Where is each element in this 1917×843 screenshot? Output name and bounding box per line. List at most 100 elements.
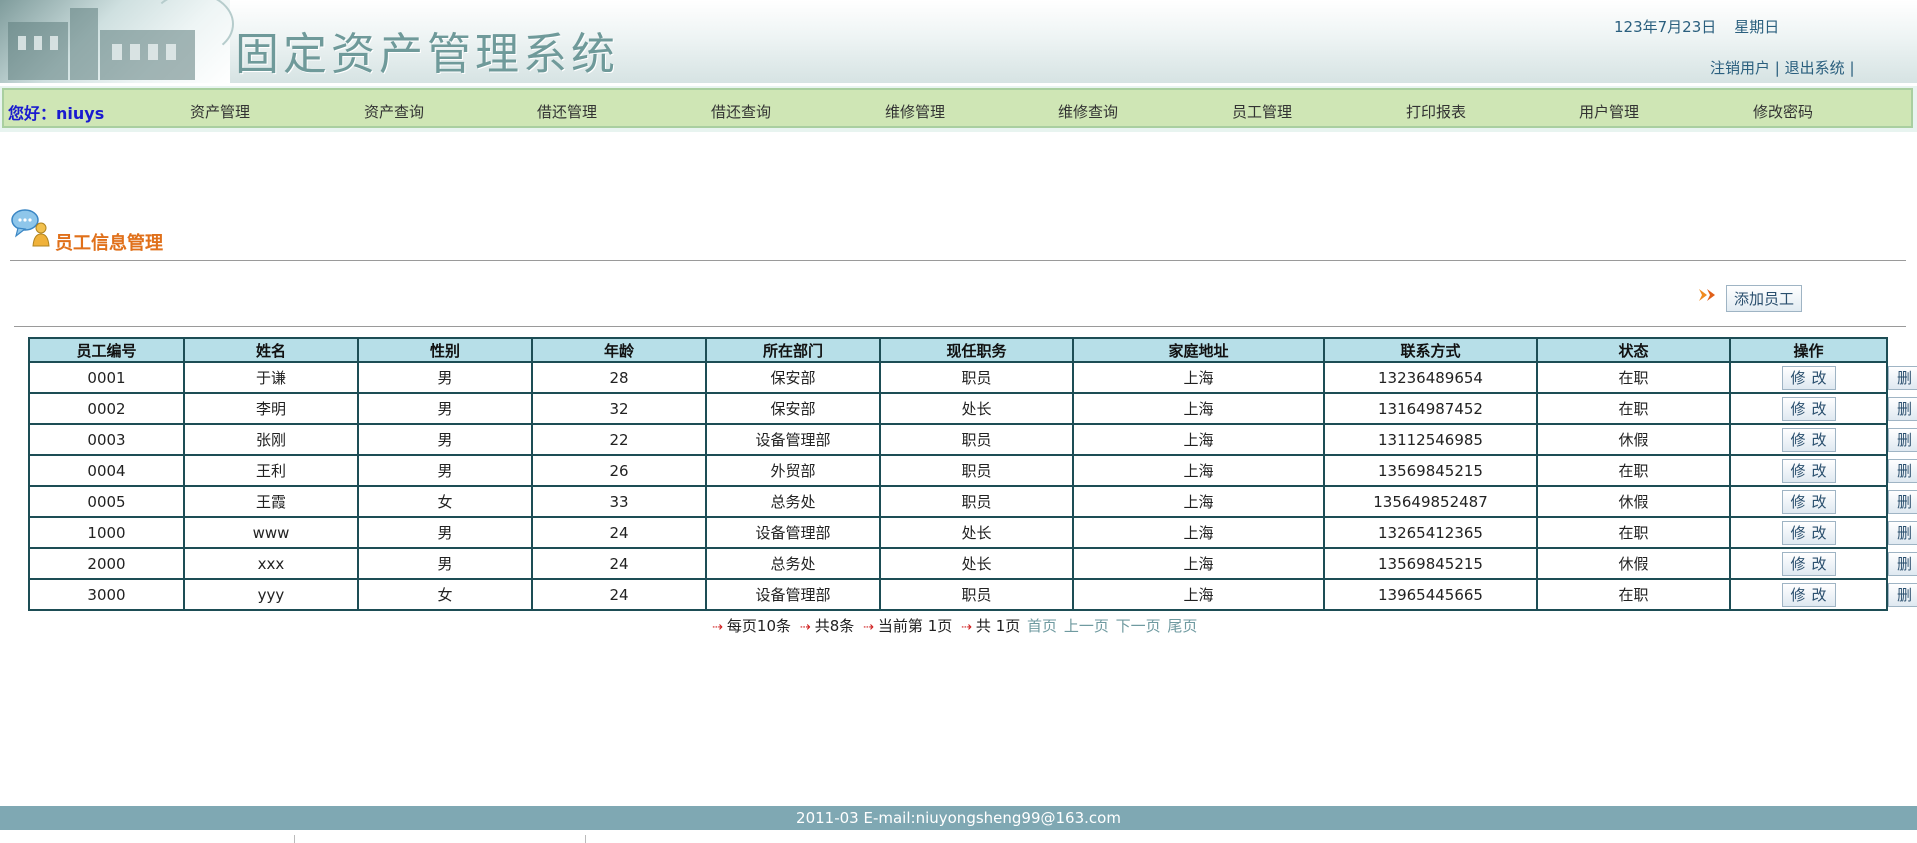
nav-item-print-report[interactable]: 打印报表 [1406, 101, 1466, 122]
name-cell: yyy [183, 578, 359, 611]
weekday-text: 星期日 [1734, 18, 1780, 36]
column-header: 性别 [357, 337, 533, 363]
address-cell: 上海 [1072, 361, 1325, 394]
age-cell: 24 [531, 578, 707, 611]
department-cell: 设备管理部 [705, 423, 881, 456]
employee-table: 员工编号 姓名 性别 年龄 所在部门 现任职务 家庭地址 联系方式 状态 操作 … [28, 337, 1917, 611]
age-cell: 24 [531, 547, 707, 580]
user-links: 注销用户 | 退出系统 | [1710, 57, 1855, 78]
date-text: 123年7月23日 [1614, 18, 1717, 36]
logout-user-link[interactable]: 注销用户 [1710, 59, 1770, 77]
position-cell: 职员 [879, 361, 1074, 394]
position-cell: 处长 [879, 547, 1074, 580]
name-cell: 于谦 [183, 361, 359, 394]
emp-id-cell: 0004 [28, 454, 185, 487]
edit-button[interactable]: 修改 [1781, 520, 1836, 545]
nav-item-repair-query[interactable]: 维修查询 [1058, 101, 1118, 122]
position-cell: 处长 [879, 516, 1074, 549]
gender-cell: 男 [357, 516, 533, 549]
edit-button[interactable]: 修改 [1781, 582, 1836, 607]
department-cell: 保安部 [705, 361, 881, 394]
gender-cell: 男 [357, 423, 533, 456]
phone-cell: 135649852487 [1323, 485, 1538, 518]
phone-cell: 13569845215 [1323, 454, 1538, 487]
first-page-link[interactable]: 首页 [1027, 617, 1057, 635]
link-separator: | [1774, 59, 1780, 77]
date-display: 123年7月23日 星期日 [1614, 16, 1797, 37]
edit-cell: 修改 [1729, 454, 1888, 487]
main-nav: 您好：niuys 资产管理 资产查询 借还管理 借还查询 维修管理 维修查询 员… [2, 88, 1913, 128]
emp-id-cell: 0003 [28, 423, 185, 456]
phone-cell: 13164987452 [1323, 392, 1538, 425]
table-row: 0001于谦男28保安部职员上海13236489654在职 修改 删除 [28, 361, 1917, 394]
delete-button[interactable]: 删除 [1888, 520, 1917, 545]
arrow-icon: ⇢ [961, 620, 972, 635]
next-page-link[interactable]: 下一页 [1116, 617, 1161, 635]
delete-button[interactable]: 删除 [1888, 551, 1917, 576]
gender-cell: 男 [357, 547, 533, 580]
position-cell: 职员 [879, 423, 1074, 456]
gender-cell: 男 [357, 361, 533, 394]
nav-item-repair-management[interactable]: 维修管理 [885, 101, 945, 122]
name-cell: 李明 [183, 392, 359, 425]
status-cell: 休假 [1536, 547, 1731, 580]
edit-button[interactable]: 修改 [1781, 365, 1836, 390]
delete-button[interactable]: 删除 [1888, 582, 1917, 607]
edit-button[interactable]: 修改 [1781, 489, 1836, 514]
edit-cell: 修改 [1729, 547, 1888, 580]
edit-button[interactable]: 修改 [1781, 427, 1836, 452]
nav-item-asset-management[interactable]: 资产管理 [190, 101, 250, 122]
edit-cell: 修改 [1729, 578, 1888, 611]
column-header: 员工编号 [28, 337, 185, 363]
gender-cell: 女 [357, 485, 533, 518]
status-cell: 在职 [1536, 454, 1731, 487]
total-pages-text: 共 1页 [975, 617, 1021, 635]
name-cell: www [183, 516, 359, 549]
column-header: 现任职务 [879, 337, 1074, 363]
emp-id-cell: 1000 [28, 516, 185, 549]
edit-button[interactable]: 修改 [1781, 458, 1836, 483]
edit-cell: 修改 [1729, 485, 1888, 518]
department-cell: 设备管理部 [705, 516, 881, 549]
phone-cell: 13236489654 [1323, 361, 1538, 394]
phone-cell: 13965445665 [1323, 578, 1538, 611]
emp-id-cell: 0005 [28, 485, 185, 518]
last-page-link[interactable]: 尾页 [1167, 617, 1197, 635]
emp-id-cell: 0002 [28, 392, 185, 425]
address-cell: 上海 [1072, 392, 1325, 425]
nav-item-asset-query[interactable]: 资产查询 [364, 101, 424, 122]
divider [585, 835, 586, 843]
delete-button[interactable]: 删除 [1888, 458, 1917, 483]
arrow-icon: ⇢ [799, 620, 811, 635]
delete-button[interactable]: 删除 [1888, 396, 1917, 421]
address-cell: 上海 [1072, 547, 1325, 580]
delete-button[interactable]: 删除 [1888, 427, 1917, 452]
department-cell: 保安部 [705, 392, 881, 425]
nav-item-change-password[interactable]: 修改密码 [1753, 101, 1813, 122]
exit-system-link[interactable]: 退出系统 [1785, 59, 1845, 77]
prev-page-link[interactable]: 上一页 [1064, 617, 1109, 635]
column-header: 操作 [1729, 337, 1888, 363]
address-cell: 上海 [1072, 485, 1325, 518]
department-cell: 设备管理部 [705, 578, 881, 611]
department-cell: 总务处 [705, 485, 881, 518]
chat-user-icon [11, 209, 50, 247]
status-cell: 在职 [1536, 578, 1731, 611]
name-cell: 王利 [183, 454, 359, 487]
delete-button[interactable]: 删除 [1888, 365, 1917, 390]
gender-cell: 女 [357, 578, 533, 611]
age-cell: 26 [531, 454, 707, 487]
arrow-icon: ⇢ [863, 620, 874, 635]
name-cell: xxx [183, 547, 359, 580]
edit-cell: 修改 [1729, 392, 1888, 425]
department-cell: 总务处 [705, 547, 881, 580]
nav-item-employee-management[interactable]: 员工管理 [1232, 101, 1292, 122]
nav-item-borrow-query[interactable]: 借还查询 [711, 101, 771, 122]
add-employee-button[interactable]: 添加员工 [1726, 285, 1802, 312]
edit-button[interactable]: 修改 [1781, 551, 1836, 576]
nav-item-borrow-management[interactable]: 借还管理 [537, 101, 597, 122]
edit-button[interactable]: 修改 [1781, 396, 1836, 421]
delete-button[interactable]: 删除 [1888, 489, 1917, 514]
nav-item-user-management[interactable]: 用户管理 [1579, 101, 1639, 122]
divider [294, 835, 295, 843]
